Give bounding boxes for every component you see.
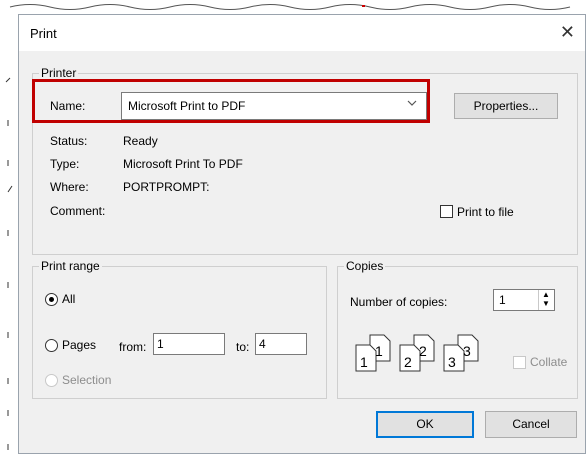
spin-up-icon[interactable]: ▲ bbox=[542, 291, 550, 299]
collate-icon-number: 3 bbox=[448, 354, 456, 370]
comment-label: Comment: bbox=[50, 204, 106, 218]
background-document-edge bbox=[5, 77, 13, 450]
cancel-button[interactable]: Cancel bbox=[485, 411, 577, 438]
print-dialog: Print ✕ Printer Name: Microsoft Print to… bbox=[18, 14, 586, 454]
dialog-title: Print bbox=[30, 26, 57, 41]
number-of-copies-label: Number of copies: bbox=[350, 295, 448, 309]
to-label: to: bbox=[236, 340, 250, 354]
collate-icon-number: 2 bbox=[404, 354, 412, 370]
selection-radio[interactable] bbox=[45, 374, 58, 387]
background-document-strip bbox=[9, 4, 571, 10]
status-label: Status: bbox=[50, 134, 88, 148]
type-value: Microsoft Print To PDF bbox=[123, 157, 243, 171]
type-label: Type: bbox=[50, 157, 80, 171]
pages-label[interactable]: Pages bbox=[62, 338, 96, 352]
number-of-copies-value: 1 bbox=[499, 293, 506, 307]
collate-label[interactable]: Collate bbox=[530, 355, 567, 369]
collate-icon-number: 1 bbox=[360, 354, 368, 370]
where-label: Where: bbox=[50, 180, 89, 194]
copies-group: Copies Number of copies: 1 ▲ ▼ 1 1 2 2 3… bbox=[337, 259, 578, 399]
print-range-group-label: Print range bbox=[39, 259, 102, 273]
copies-spinner[interactable]: ▲ ▼ bbox=[538, 290, 554, 310]
collate-checkbox[interactable] bbox=[513, 356, 526, 369]
properties-button[interactable]: Properties... bbox=[454, 93, 558, 119]
to-page-input[interactable]: 4 bbox=[255, 333, 307, 355]
pages-radio[interactable] bbox=[45, 339, 58, 352]
print-to-file-label[interactable]: Print to file bbox=[457, 205, 514, 219]
selection-label[interactable]: Selection bbox=[62, 373, 111, 387]
copies-group-label: Copies bbox=[344, 259, 386, 273]
from-page-input[interactable]: 1 bbox=[153, 333, 225, 355]
all-radio[interactable] bbox=[45, 293, 58, 306]
collate-icon-number: 2 bbox=[419, 343, 427, 359]
name-row-highlight bbox=[32, 79, 430, 123]
print-range-group: Print range All Pages from: 1 to: 4 Sele… bbox=[32, 259, 327, 399]
ok-button[interactable]: OK bbox=[376, 411, 474, 438]
close-icon[interactable]: ✕ bbox=[560, 22, 575, 43]
where-value: PORTPROMPT: bbox=[123, 180, 210, 194]
collate-icon-number: 1 bbox=[375, 343, 383, 359]
number-of-copies-input[interactable]: 1 ▲ ▼ bbox=[493, 289, 555, 311]
all-label[interactable]: All bbox=[62, 292, 75, 306]
print-to-file-checkbox[interactable] bbox=[440, 205, 453, 218]
status-value: Ready bbox=[123, 134, 158, 148]
collate-pages-icon: 1 1 2 2 3 3 bbox=[355, 334, 479, 372]
collate-icon-number: 3 bbox=[463, 343, 471, 359]
printer-group-label: Printer bbox=[39, 66, 79, 80]
from-label: from: bbox=[119, 340, 147, 354]
title-bar: Print ✕ bbox=[19, 15, 585, 51]
spin-down-icon[interactable]: ▼ bbox=[542, 300, 550, 308]
